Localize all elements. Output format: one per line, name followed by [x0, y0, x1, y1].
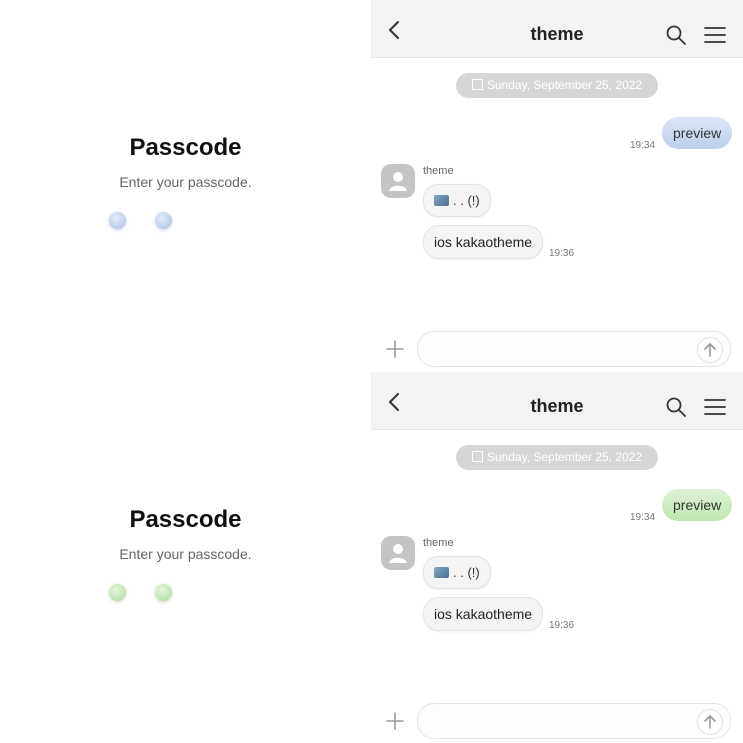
menu-icon[interactable]	[703, 396, 727, 418]
received-message-bubble[interactable]: . . (!)	[423, 556, 491, 589]
send-button[interactable]	[697, 709, 723, 735]
calendar-icon	[471, 451, 483, 462]
chat-header: theme	[371, 372, 743, 430]
passcode-dot	[109, 584, 126, 601]
person-icon	[389, 544, 407, 563]
screen-blue-theme: Passcode Enter your passcode. theme Sund…	[0, 0, 743, 371]
plus-icon[interactable]	[385, 339, 405, 359]
date-divider: Sunday, September 25, 2022	[456, 73, 658, 98]
menu-icon[interactable]	[703, 24, 727, 46]
received-message-bubble[interactable]: . . (!)	[423, 184, 491, 217]
received-message-bubble[interactable]: ios kakaotheme	[423, 597, 544, 631]
chat-screen: theme Sunday, September 25, 2022 preview…	[371, 0, 743, 371]
passcode-subtitle: Enter your passcode.	[119, 174, 252, 190]
search-icon[interactable]	[665, 396, 687, 418]
date-divider: Sunday, September 25, 2022	[456, 445, 658, 470]
sent-message-bubble[interactable]: preview	[662, 489, 733, 521]
passcode-dot	[155, 212, 172, 229]
folder-icon	[434, 567, 449, 578]
passcode-subtitle: Enter your passcode.	[119, 546, 252, 562]
sent-message-bubble[interactable]: preview	[662, 117, 733, 149]
chat-title: theme	[530, 396, 584, 416]
calendar-icon	[471, 79, 483, 90]
sender-avatar[interactable]	[381, 536, 415, 570]
chat-screen: theme Sunday, September 25, 2022 preview…	[371, 372, 743, 743]
passcode-dot	[155, 584, 172, 601]
person-icon	[389, 172, 407, 191]
chat-title: theme	[530, 24, 584, 44]
plus-icon[interactable]	[385, 711, 405, 731]
arrow-up-icon	[704, 343, 716, 357]
sender-name: theme	[423, 537, 454, 549]
passcode-screen: Passcode Enter your passcode.	[0, 0, 371, 371]
message-text: . . (!)	[453, 193, 480, 208]
received-message-time: 19:36	[549, 620, 575, 631]
received-message-bubble[interactable]: ios kakaotheme	[423, 225, 544, 259]
send-button[interactable]	[697, 337, 723, 363]
date-label: Sunday, September 25, 2022	[486, 78, 643, 92]
received-message-time: 19:36	[549, 248, 575, 259]
sender-name: theme	[423, 165, 454, 177]
back-chevron-icon[interactable]	[383, 18, 407, 42]
message-text: . . (!)	[453, 565, 480, 580]
message-input[interactable]	[417, 331, 731, 367]
search-icon[interactable]	[665, 24, 687, 46]
sent-message-time: 19:34	[630, 140, 656, 151]
passcode-title: Passcode	[129, 134, 242, 161]
chat-header: theme	[371, 0, 743, 58]
arrow-up-icon	[704, 715, 716, 729]
folder-icon	[434, 195, 449, 206]
passcode-title: Passcode	[129, 506, 242, 533]
date-label: Sunday, September 25, 2022	[486, 450, 643, 464]
message-input[interactable]	[417, 703, 731, 739]
sender-avatar[interactable]	[381, 164, 415, 198]
back-chevron-icon[interactable]	[383, 390, 407, 414]
sent-message-time: 19:34	[630, 512, 656, 523]
passcode-screen: Passcode Enter your passcode.	[0, 372, 371, 743]
screen-green-theme: Passcode Enter your passcode. theme Sund…	[0, 372, 743, 743]
passcode-dot	[109, 212, 126, 229]
